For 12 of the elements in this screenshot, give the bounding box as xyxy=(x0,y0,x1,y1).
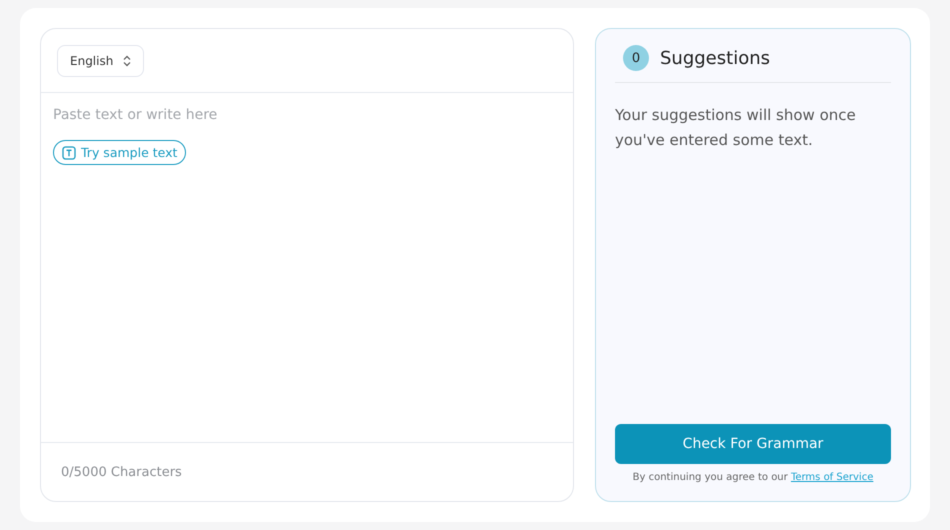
check-grammar-button[interactable]: Check For Grammar xyxy=(615,424,891,464)
text-input-field[interactable]: Paste text or write here xyxy=(53,107,561,131)
chevron-updown-icon xyxy=(123,54,132,66)
terms-link[interactable]: Terms of Service xyxy=(790,472,874,483)
try-sample-button[interactable]: Try sample text xyxy=(53,140,186,165)
character-counter: 0/5000 Characters xyxy=(61,464,182,480)
suggestions-title: Suggestions xyxy=(660,48,770,68)
text-icon xyxy=(62,146,76,160)
terms-note: By continuing you agree to our Terms of Service xyxy=(632,472,874,483)
empty-message: Your suggestions will show once you've entered some text. xyxy=(615,105,857,151)
count-badge: 0 xyxy=(623,45,649,71)
language-select[interactable]: English xyxy=(57,44,144,76)
